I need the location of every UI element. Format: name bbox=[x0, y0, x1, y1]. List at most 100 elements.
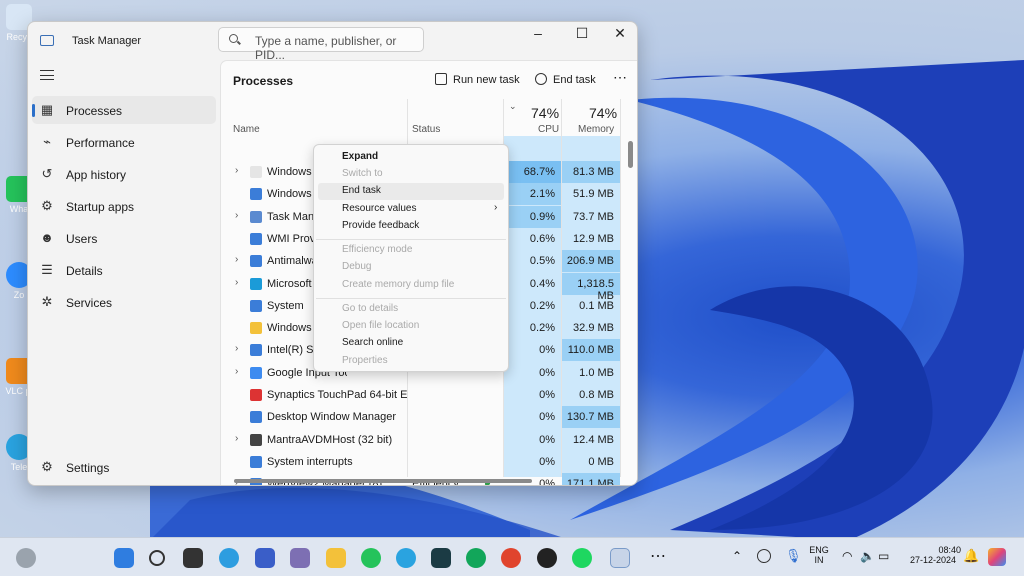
table-row[interactable]: Desktop Window Manager 0% 130.7 MB bbox=[221, 406, 621, 429]
window-title: Task Manager bbox=[72, 35, 142, 47]
photos-icon[interactable] bbox=[290, 548, 310, 568]
menu-item-provide-feedback[interactable]: Provide feedback bbox=[318, 218, 504, 235]
table-row[interactable]: System interrupts 0% 0 MB bbox=[221, 451, 621, 473]
menu-item-open-file-location: Open file location bbox=[318, 318, 504, 335]
process-icon bbox=[250, 188, 262, 201]
menu-item-label: Properties bbox=[342, 355, 388, 366]
menu-item-resource-values[interactable]: Resource values › bbox=[318, 201, 504, 218]
sidebar-item-services[interactable]: ✲ Services bbox=[32, 288, 216, 316]
copilot-icon[interactable] bbox=[988, 548, 1006, 566]
more-options-button[interactable]: ⋯ bbox=[613, 69, 627, 86]
process-memory: 171.1 MB bbox=[562, 473, 620, 485]
menu-item-go-to-details: Go to details bbox=[318, 301, 504, 318]
search-input[interactable]: Type a name, publisher, or PID... bbox=[218, 27, 424, 62]
notification-bell-icon[interactable]: 🔔 bbox=[963, 548, 979, 564]
chrome-icon[interactable] bbox=[501, 548, 521, 568]
sidebar-item-performance[interactable]: ⌁ Performance bbox=[32, 128, 216, 156]
column-header-cpu[interactable]: CPU bbox=[538, 124, 559, 135]
store-icon[interactable] bbox=[255, 548, 275, 568]
column-header-memory[interactable]: Memory bbox=[578, 124, 614, 135]
menu-item-label: Expand bbox=[342, 151, 379, 162]
chevron-right-icon[interactable]: › bbox=[235, 210, 238, 221]
sidebar-item-startup-apps[interactable]: ⚙ Startup apps bbox=[32, 192, 216, 220]
wifi-icon[interactable]: ◠ bbox=[842, 549, 852, 563]
obs-icon[interactable] bbox=[537, 548, 557, 568]
process-cpu: 0.2% bbox=[529, 299, 555, 312]
table-row[interactable]: Synaptics TouchPad 64-bit Enh... 0% 0.8 MB bbox=[221, 384, 621, 406]
table-row[interactable]: › MantraAVDMHost (32 bit) 0% 12.4 MB bbox=[221, 429, 621, 451]
process-icon bbox=[250, 299, 262, 312]
process-cpu: 0% bbox=[539, 433, 555, 446]
process-cpu: 0.5% bbox=[529, 255, 555, 268]
sidebar-item-settings[interactable]: ⚙ Settings bbox=[32, 453, 216, 481]
battery-icon[interactable]: ▭ bbox=[878, 549, 889, 563]
sidebar-item-label: Users bbox=[66, 232, 98, 246]
edge-icon[interactable] bbox=[219, 548, 239, 568]
minimize-button[interactable]: – bbox=[518, 22, 558, 58]
whatsapp-taskbar-icon[interactable] bbox=[361, 548, 381, 568]
task-manager-taskbar-icon[interactable] bbox=[610, 548, 630, 568]
end-task-label: End task bbox=[553, 74, 596, 86]
title-bar[interactable]: Task Manager Type a name, publisher, or … bbox=[28, 22, 637, 62]
microphone-icon[interactable]: 🎙 bbox=[785, 548, 802, 564]
process-memory: 51.9 MB bbox=[573, 188, 614, 201]
weather-icon[interactable] bbox=[16, 548, 36, 568]
horizontal-scrollbar[interactable] bbox=[234, 479, 532, 483]
chevron-up-icon[interactable]: ⌃ bbox=[732, 549, 742, 563]
file-explorer-icon[interactable] bbox=[326, 548, 346, 568]
menu-item-label: Switch to bbox=[342, 168, 383, 179]
maximize-button[interactable]: ☐ bbox=[562, 22, 602, 58]
process-icon bbox=[250, 232, 262, 245]
services-icon: ✲ bbox=[41, 294, 53, 309]
menu-item-label: Resource values bbox=[342, 203, 417, 214]
grammarly-icon[interactable] bbox=[466, 548, 486, 568]
language-indicator[interactable]: ENG IN bbox=[808, 545, 830, 565]
sidebar: ▦ Processes ⌁ Performance ↺ App history … bbox=[28, 58, 220, 485]
chevron-right-icon[interactable]: › bbox=[235, 277, 238, 288]
task-view-icon[interactable] bbox=[183, 548, 203, 568]
chevron-right-icon[interactable]: › bbox=[235, 254, 238, 265]
sidebar-item-label: Services bbox=[66, 296, 113, 310]
chevron-right-icon[interactable]: › bbox=[235, 343, 238, 354]
record-icon[interactable] bbox=[757, 549, 771, 563]
column-header-name[interactable]: Name bbox=[233, 124, 260, 135]
terminal-icon[interactable] bbox=[431, 548, 451, 568]
sidebar-item-users[interactable]: ☻ Users bbox=[32, 224, 216, 252]
more-apps-icon[interactable]: ⋯ bbox=[648, 548, 668, 568]
chevron-right-icon[interactable]: › bbox=[235, 165, 238, 176]
start-button-icon[interactable] bbox=[114, 548, 134, 568]
process-cpu: 0.4% bbox=[529, 277, 555, 290]
hamburger-menu-icon[interactable] bbox=[40, 70, 54, 80]
search-taskbar-icon[interactable] bbox=[149, 550, 165, 566]
vertical-scrollbar[interactable] bbox=[628, 141, 633, 168]
run-new-task-button[interactable]: Run new task bbox=[435, 73, 520, 86]
clock[interactable]: 08:40 27-12-2024 bbox=[905, 545, 961, 565]
sidebar-item-app-history[interactable]: ↺ App history bbox=[32, 160, 216, 188]
process-cpu: 0.6% bbox=[529, 232, 555, 245]
close-button[interactable]: ✕ bbox=[600, 22, 637, 58]
spotify-icon[interactable] bbox=[572, 548, 592, 568]
menu-item-expand[interactable]: Expand bbox=[318, 149, 504, 166]
process-memory: 0 MB bbox=[588, 455, 614, 468]
column-header-status[interactable]: Status bbox=[412, 124, 440, 135]
process-memory: 12.4 MB bbox=[573, 433, 614, 446]
volume-icon[interactable]: 🔈 bbox=[860, 549, 875, 563]
end-task-button[interactable]: End task bbox=[535, 73, 596, 86]
menu-item-create-memory-dump: Create memory dump file bbox=[318, 277, 504, 294]
process-cpu: 0% bbox=[539, 366, 555, 379]
sidebar-item-details[interactable]: ☰ Details bbox=[32, 256, 216, 284]
process-memory: 81.3 MB bbox=[562, 161, 620, 183]
chevron-right-icon[interactable]: › bbox=[235, 433, 238, 444]
performance-icon: ⌁ bbox=[43, 134, 51, 149]
telegram-taskbar-icon[interactable] bbox=[396, 548, 416, 568]
process-memory: 130.7 MB bbox=[562, 406, 620, 429]
chevron-right-icon[interactable]: › bbox=[235, 366, 238, 377]
process-memory: 32.9 MB bbox=[573, 322, 614, 335]
menu-item-end-task[interactable]: End task bbox=[318, 183, 504, 200]
menu-item-label: Open file location bbox=[342, 320, 420, 331]
menu-item-search-online[interactable]: Search online bbox=[318, 335, 504, 352]
memory-total-percent: 74% bbox=[589, 105, 618, 121]
process-cpu: 0.9% bbox=[504, 205, 561, 228]
sidebar-item-label: Performance bbox=[66, 136, 135, 150]
sidebar-item-processes[interactable]: ▦ Processes bbox=[32, 96, 216, 124]
